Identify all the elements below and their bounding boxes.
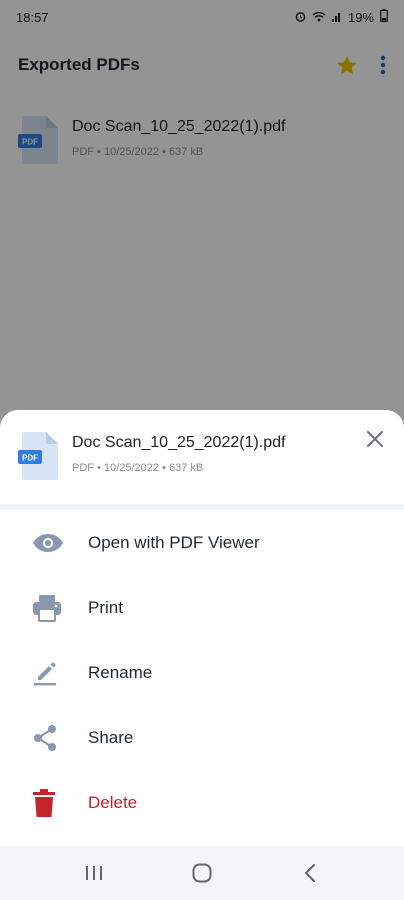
menu-item-rename[interactable]: Rename <box>0 640 404 705</box>
share-icon <box>32 723 70 753</box>
eye-icon <box>32 528 70 558</box>
sheet-file-name: Doc Scan_10_25_2022(1).pdf <box>72 434 286 451</box>
menu-item-label: Rename <box>88 662 153 682</box>
menu-item-label: Print <box>88 597 123 617</box>
printer-icon <box>32 593 70 623</box>
screen: 18:57 19% Exported PDFs PDF Doc Scan_10_… <box>0 0 404 900</box>
back-icon[interactable] <box>290 853 330 893</box>
pencil-icon <box>32 658 70 688</box>
trash-icon <box>32 788 70 818</box>
pdf-file-icon: PDF <box>18 432 60 485</box>
action-menu: Open with PDF Viewer Print Rename Share <box>0 510 404 835</box>
menu-item-delete[interactable]: Delete <box>0 770 404 835</box>
menu-item-open-with-pdf-viewer[interactable]: Open with PDF Viewer <box>0 510 404 575</box>
bottom-sheet: PDF Doc Scan_10_25_2022(1).pdf PDF • 10/… <box>0 410 404 846</box>
sheet-header: PDF Doc Scan_10_25_2022(1).pdf PDF • 10/… <box>0 410 404 510</box>
menu-item-print[interactable]: Print <box>0 575 404 640</box>
menu-item-share[interactable]: Share <box>0 705 404 770</box>
menu-item-label: Open with PDF Viewer <box>88 532 260 552</box>
recent-apps-icon[interactable] <box>74 853 114 893</box>
menu-item-label: Share <box>88 727 134 747</box>
system-nav-bar <box>0 846 404 900</box>
close-icon[interactable] <box>364 428 386 450</box>
sheet-file-meta: PDF • 10/25/2022 • 637 kB <box>72 462 204 474</box>
home-icon[interactable] <box>182 853 222 893</box>
sheet-file-text: Doc Scan_10_25_2022(1).pdf PDF • 10/25/2… <box>72 432 286 474</box>
menu-item-label: Delete <box>88 792 138 812</box>
pdf-icon-label: PDF <box>22 454 38 463</box>
